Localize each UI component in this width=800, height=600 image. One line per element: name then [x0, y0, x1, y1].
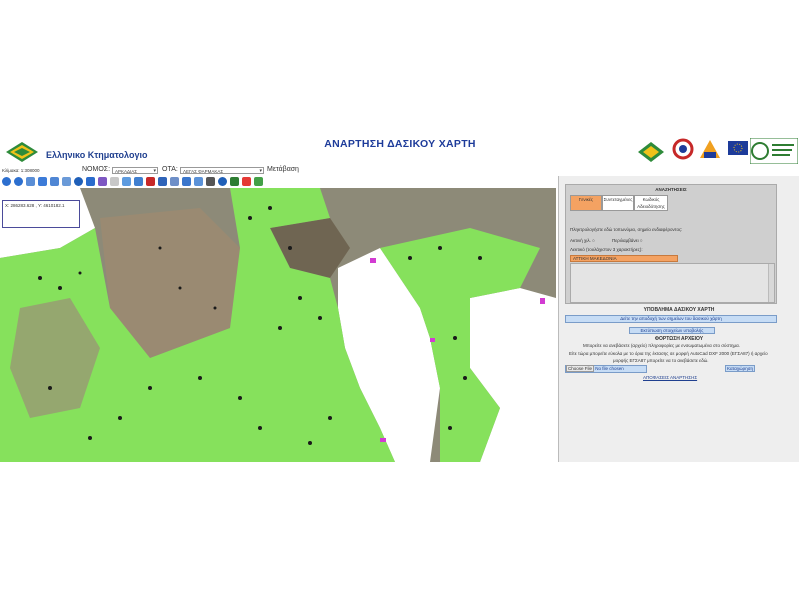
scale-text: Κλίμακα: 1:308000 — [2, 168, 40, 173]
search-box: ΑΝΑΖΗΤΗΣΕΙΣ Γενικές Συντεταγμένες Κωδικό… — [565, 184, 777, 304]
file-input[interactable]: Choose File No file chosen — [565, 365, 647, 373]
previous-extent-icon[interactable] — [62, 177, 71, 186]
tab-coordinates[interactable]: Συντεταγμένες — [602, 195, 634, 211]
ktimatologio-small-logo-icon — [638, 142, 664, 162]
nomos-value: ΑΡΚΑΔΙΑΣ — [115, 169, 138, 174]
logo-text: Ελληνικο Κτηματολογιο — [46, 150, 148, 160]
view-points-button[interactable]: Δείτε την αποδοχή των σημείων του δασικο… — [565, 315, 777, 323]
radio-contains[interactable]: Περιλαμβάνει ○ — [612, 238, 643, 243]
measure-icon[interactable] — [98, 177, 107, 186]
identify-icon[interactable] — [86, 177, 95, 186]
tab-license-code[interactable]: Κωδικός Αδειοδότησης — [634, 195, 668, 211]
nomos-label: ΝΟΜΟΣ: — [82, 166, 111, 173]
search-hint: Πληκτρολογήστε εδώ τοπωνύμιο, σημείο ενδ… — [570, 227, 683, 232]
coordinates-box: X: 286283.628 , Y: 4610182.1 — [2, 200, 80, 228]
side-panel: ΑΝΑΖΗΤΗΣΕΙΣ Γενικές Συντεταγμένες Κωδικό… — [558, 176, 799, 462]
zoom-box-icon[interactable] — [26, 177, 35, 186]
radio-radius[interactable]: Ακτινή χιλ. ○ — [570, 238, 595, 243]
map-toolbar — [0, 176, 560, 188]
ktimatologio-logo[interactable]: Ελληνικο Κτηματολογιο — [2, 136, 152, 164]
radio-radius-label: Ακτινή χιλ. — [570, 238, 591, 243]
operational-programme-logo-icon — [750, 138, 798, 164]
zoom-out-icon[interactable] — [14, 177, 23, 186]
tree-icon[interactable] — [230, 177, 239, 186]
choose-file-button[interactable]: Choose File — [566, 365, 595, 372]
search-input[interactable]: ΑΤΤΙΚΗ ΜΑΚΕΔΟΝΙΑ — [570, 255, 678, 262]
ktimatologio-logo-icon — [6, 142, 38, 162]
no-file-text: No file chosen — [595, 366, 624, 371]
pan-icon[interactable] — [50, 177, 59, 186]
submission-title: ΥΠΟΒΛΗΜΑ ΔΑΣΙΚΟΥ ΧΑΡΤΗ — [643, 307, 715, 313]
legend-icon[interactable] — [206, 177, 215, 186]
zoom-in-icon[interactable] — [2, 177, 11, 186]
print-icon[interactable] — [170, 177, 179, 186]
layers-icon[interactable] — [110, 177, 119, 186]
partner-logos — [636, 134, 800, 164]
ota-value: ΛΕΓΑΣ ΦΑΡΜΑΚΑΣ — [183, 169, 224, 174]
map-view[interactable]: X: 286283.628 , Y: 4610182.1 — [0, 188, 556, 462]
go-button[interactable]: Μετάβαση — [267, 166, 299, 173]
decisions-link[interactable]: ΑΠΟΦΑΣΕΙΣ ΑΝΑΡΤΗΣΗΣ — [643, 375, 697, 380]
print-submission-button[interactable]: Εκτύπωση στοιχείων υποβολής — [629, 327, 715, 334]
export-icon[interactable] — [182, 177, 191, 186]
selector-bar: Κλίμακα: 1:308000 ΝΟΜΟΣ: ΑΡΚΑΔΙΑΣ ▾ ΟΤΑ:… — [0, 166, 560, 176]
select-icon[interactable] — [158, 177, 167, 186]
upload-text-1: Μπορείτε να ανεβάσετε (αρχείο) πληροφορί… — [583, 343, 740, 348]
upload-title: ΦΟΡΤΩΣΗ ΑΡΧΕΙΟΥ — [654, 336, 704, 342]
forest-map-image — [0, 188, 556, 462]
upload-button[interactable]: Καταχώρηση — [725, 365, 755, 372]
upload-text-2: Είτε τώρα μπορείτε εύκολα με το όρια της… — [569, 351, 768, 356]
grid-icon[interactable] — [122, 177, 131, 186]
clear-icon[interactable] — [146, 177, 155, 186]
page-title: ΑΝΑΡΤΗΣΗ ΔΑΣΙΚΟΥ ΧΑΡΤΗ — [324, 138, 476, 150]
ota-label: ΟΤΑ: — [162, 166, 178, 173]
chevron-down-icon: ▾ — [259, 168, 262, 174]
forest-icon[interactable] — [254, 177, 263, 186]
draw-icon[interactable] — [134, 177, 143, 186]
results-list[interactable] — [570, 263, 775, 303]
coordinates-icon[interactable] — [194, 177, 203, 186]
info-icon[interactable] — [74, 177, 83, 186]
radio-contains-label: Περιλαμβάνει — [612, 238, 639, 243]
zoom-extent-icon[interactable] — [38, 177, 47, 186]
help-icon[interactable] — [218, 177, 227, 186]
page-header: Ελληνικο Κτηματολογιο ΑΝΑΡΤΗΣΗ ΔΑΣΙΚΟΥ Χ… — [0, 130, 800, 166]
ota-select[interactable]: ΛΕΓΑΣ ΦΑΡΜΑΚΑΣ ▾ — [180, 167, 264, 174]
results-scrollbar[interactable] — [768, 264, 774, 302]
upload-text-3: μορφής ΕΓΣΑ87 μπορείτε να το ανεβάσετε ε… — [613, 358, 709, 363]
nomos-select[interactable]: ΑΡΚΑΔΙΑΣ ▾ — [112, 167, 158, 174]
tab-general[interactable]: Γενικές — [570, 195, 602, 211]
digital-greece-logo-icon — [672, 138, 694, 160]
search-title: ΑΝΑΖΗΤΗΣΕΙΣ — [655, 187, 687, 192]
ministry-logo-icon — [700, 140, 720, 158]
text-hint: Λεκτικό (τουλάχιστον 3 χαρακτήρες): — [570, 247, 643, 252]
chevron-down-icon: ▾ — [153, 168, 156, 174]
marker-icon[interactable] — [242, 177, 251, 186]
eu-flag-icon — [728, 141, 748, 155]
